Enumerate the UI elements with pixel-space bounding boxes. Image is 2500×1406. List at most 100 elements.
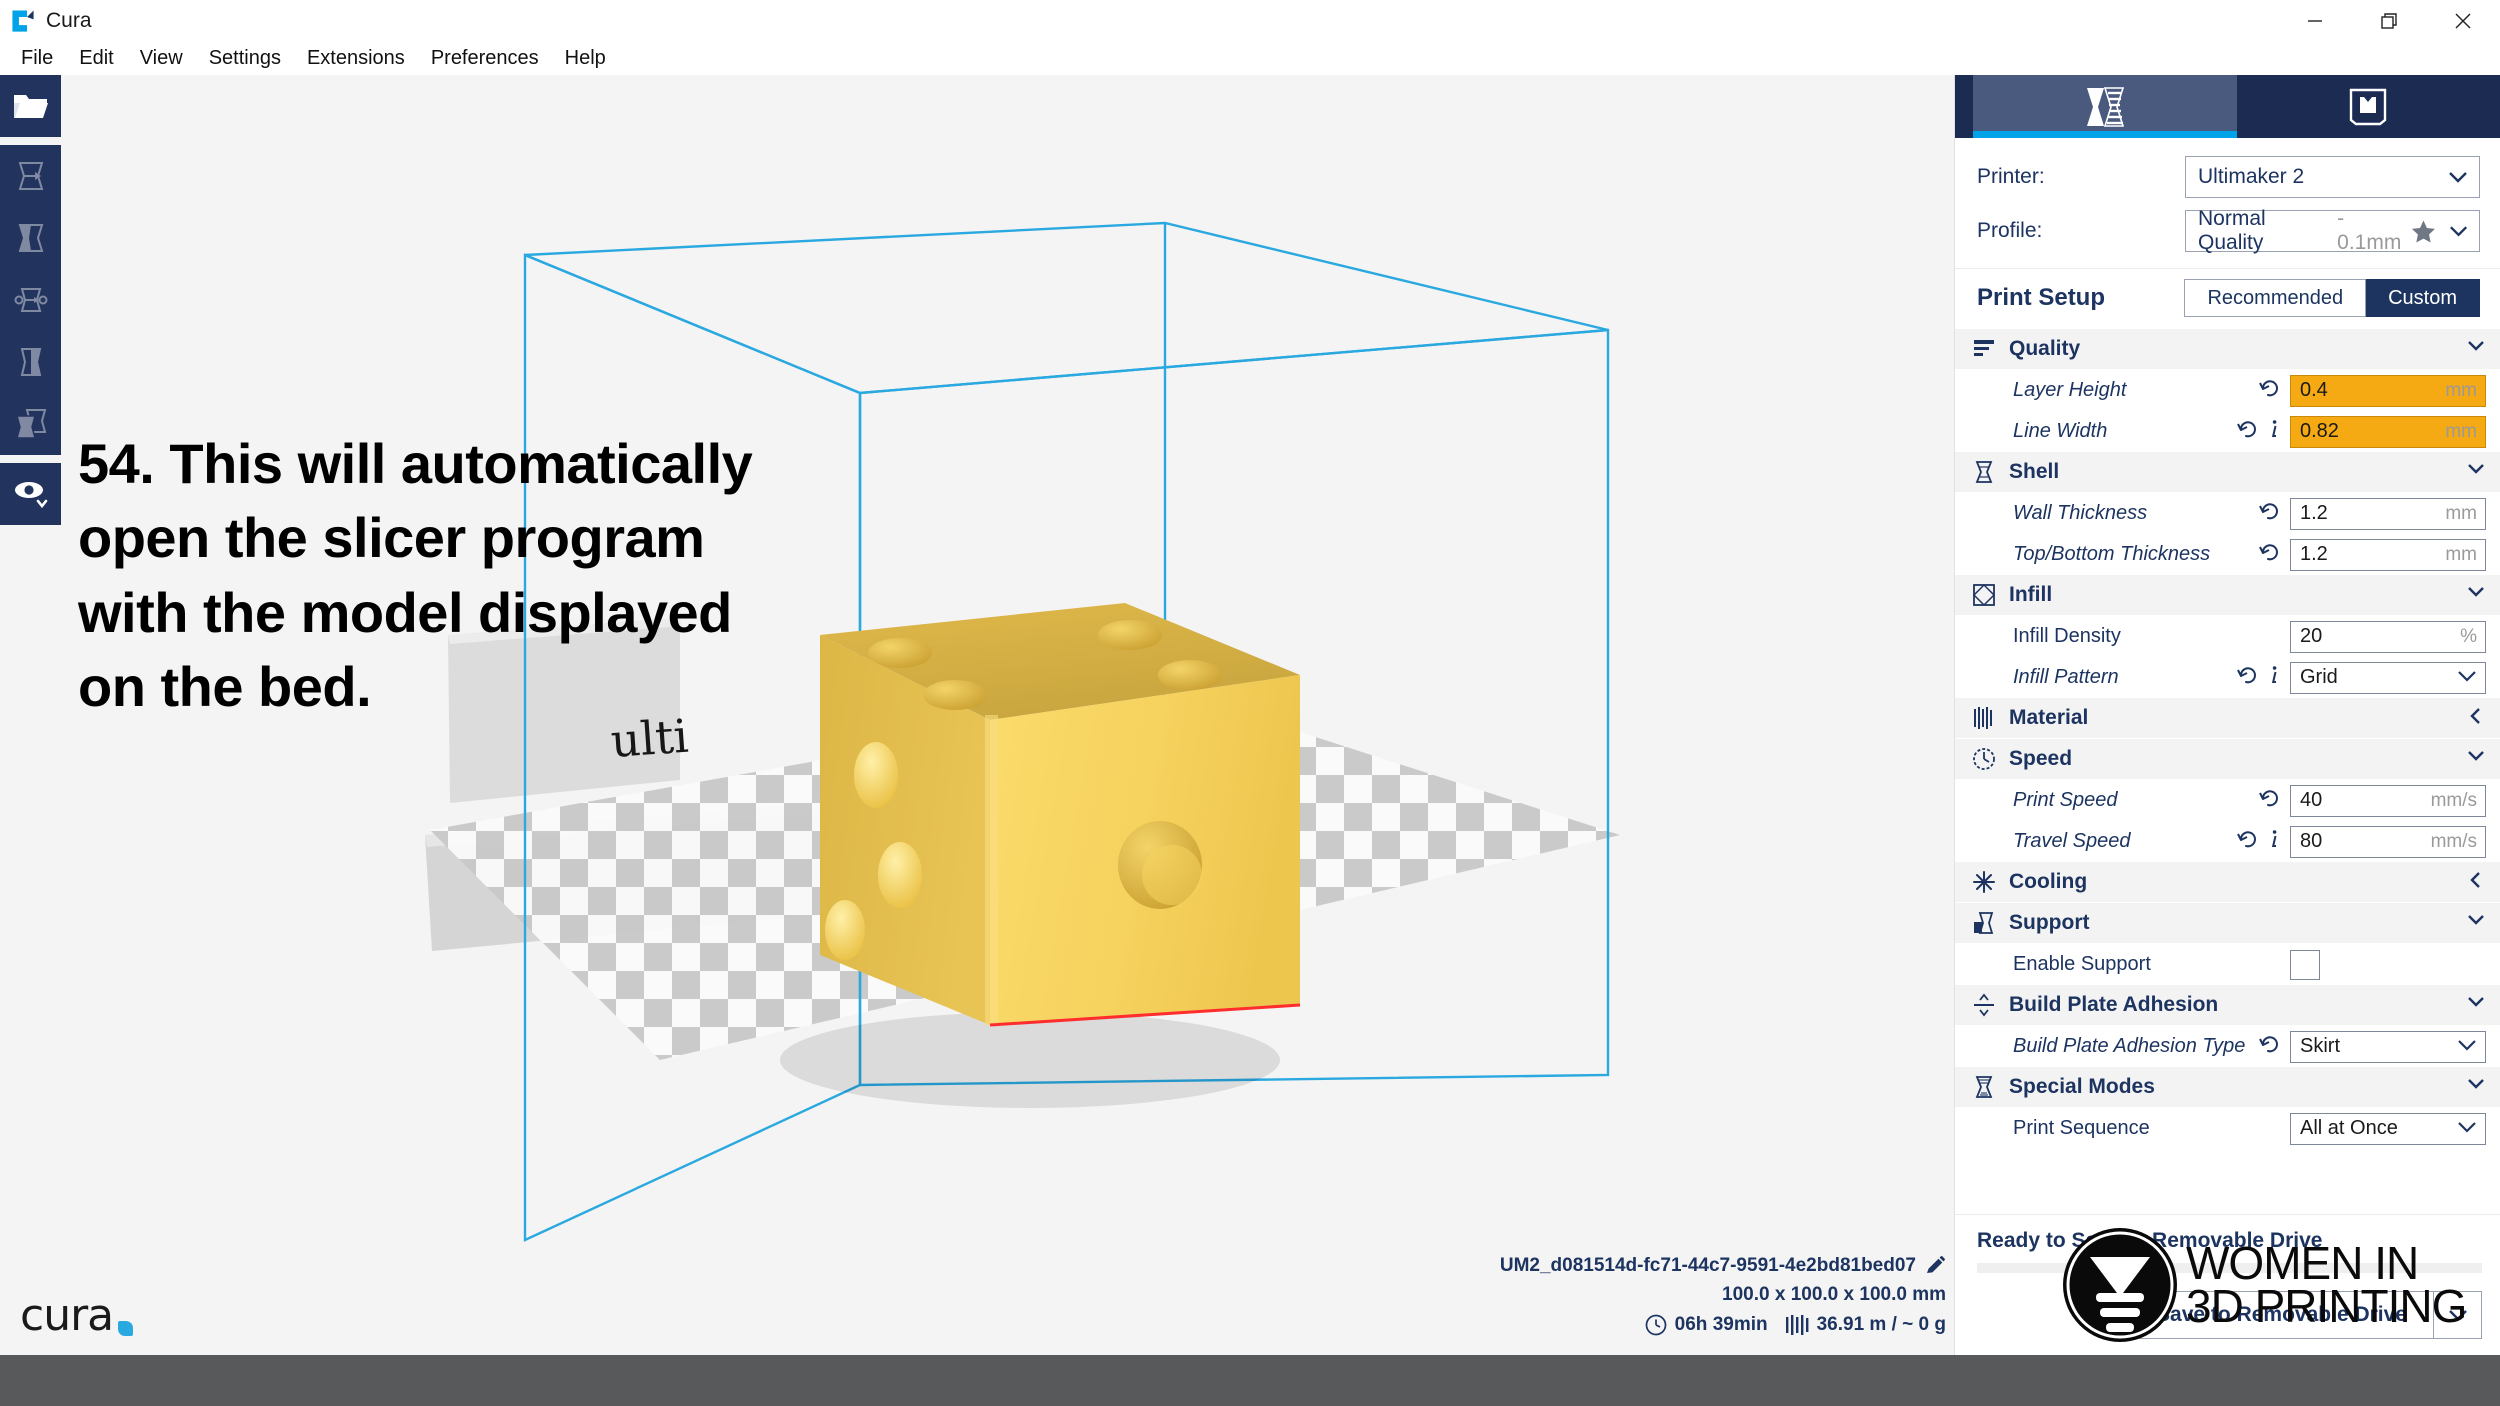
setting-value-input[interactable]: 0.82 mm <box>2290 415 2486 448</box>
save-to-removable-drive-button[interactable]: Save to Removable Drive <box>2129 1291 2434 1339</box>
material-icon <box>1971 705 1997 731</box>
save-options-dropdown-button[interactable] <box>2434 1291 2482 1339</box>
mirror-model-icon <box>20 348 41 376</box>
setting-value-select[interactable]: All at Once <box>2290 1112 2486 1145</box>
settings-category-cooling[interactable]: Cooling <box>1955 862 2500 903</box>
setting-value-input[interactable]: 1.2 mm <box>2290 497 2486 530</box>
setting-row-print-speed: Print Speed 40 mm/s <box>1955 780 2500 821</box>
setup-mode-custom-button[interactable]: Custom <box>2366 279 2480 317</box>
settings-category-special-modes[interactable]: Special Modes <box>1955 1067 2500 1108</box>
revert-icon[interactable] <box>2258 788 2280 813</box>
scale-tool-button[interactable] <box>0 207 61 269</box>
per-model-settings-button[interactable] <box>0 393 61 455</box>
chevron-down-icon <box>2449 226 2467 237</box>
setting-value-text: All at Once <box>2300 1117 2398 1139</box>
menu-item-edit[interactable]: Edit <box>66 44 126 73</box>
setting-value-text: 40 <box>2300 789 2323 811</box>
restore-button[interactable] <box>2352 0 2426 42</box>
revert-icon[interactable] <box>2236 829 2258 854</box>
info-icon[interactable] <box>2268 664 2280 691</box>
setting-unit: mm/s <box>2430 789 2477 811</box>
setting-unit: mm <box>2445 502 2477 524</box>
revert-icon[interactable] <box>2258 378 2280 403</box>
setting-value-select[interactable]: Skirt <box>2290 1030 2486 1063</box>
settings-category-support[interactable]: Support <box>1955 903 2500 944</box>
setting-row-top-bottom-thickness: Top/Bottom Thickness 1.2 mm <box>1955 534 2500 575</box>
cura-application-window: Cura File Edit View Settings Extensions … <box>0 0 2500 1406</box>
adhesion-icon <box>1971 992 1997 1018</box>
menu-item-file[interactable]: File <box>8 44 66 73</box>
3d-viewport[interactable]: ulti 54. This will automatically open th… <box>0 75 1954 1355</box>
setting-label: Layer Height <box>2013 379 2127 401</box>
open-file-button[interactable] <box>0 75 61 137</box>
setting-value-input[interactable]: 40 mm/s <box>2290 784 2486 817</box>
move-tool-button[interactable] <box>0 145 61 207</box>
printer-select[interactable]: Ultimaker 2 <box>2185 156 2480 198</box>
profile-select[interactable]: Normal Quality - 0.1mm <box>2185 207 2480 254</box>
checkbox-wrapper <box>2290 949 2486 980</box>
menu-item-help[interactable]: Help <box>552 44 619 73</box>
tab-spacer <box>1955 75 1973 138</box>
profile-row: Profile: Normal Quality - 0.1mm <box>1977 207 2480 254</box>
setting-value-input[interactable]: 80 mm/s <box>2290 825 2486 858</box>
mirror-tool-button[interactable] <box>0 331 61 393</box>
settings-category-build-plate-adhesion[interactable]: Build Plate Adhesion <box>1955 985 2500 1026</box>
revert-icon[interactable] <box>2258 1034 2280 1059</box>
enable-support-checkbox[interactable] <box>2290 949 2320 980</box>
move-model-icon <box>18 162 43 190</box>
tab-preview[interactable] <box>2237 75 2500 138</box>
view-mode-button[interactable] <box>0 463 61 525</box>
chevron-down-icon <box>2457 1118 2477 1140</box>
category-label: Build Plate Adhesion <box>2009 993 2219 1016</box>
setting-value-input[interactable]: 20% <box>2290 620 2486 653</box>
settings-category-quality[interactable]: Quality <box>1955 329 2500 370</box>
star-icon[interactable] <box>2411 219 2436 244</box>
rotate-tool-button[interactable] <box>0 269 61 331</box>
cura-logo-icon <box>12 10 34 32</box>
setting-value-input[interactable]: 1.2 mm <box>2290 538 2486 571</box>
setting-value-text: 20 <box>2300 625 2323 647</box>
print-setup-title: Print Setup <box>1977 284 2106 311</box>
close-button[interactable] <box>2426 0 2500 42</box>
setup-mode-recommended-button[interactable]: Recommended <box>2184 279 2367 317</box>
settings-category-infill[interactable]: Infill <box>1955 575 2500 616</box>
setting-value-text: 1.2 <box>2300 502 2328 524</box>
minimize-button[interactable] <box>2278 0 2352 42</box>
menu-item-preferences[interactable]: Preferences <box>418 44 552 73</box>
progress-bar <box>1977 1263 2482 1273</box>
pencil-icon[interactable] <box>1924 1255 1946 1277</box>
info-icon[interactable] <box>2268 828 2280 855</box>
setting-unit: mm <box>2445 543 2477 565</box>
setting-value-select[interactable]: Grid <box>2290 661 2486 694</box>
quality-icon <box>1971 336 1997 362</box>
cura-wordmark: cura <box>20 1290 134 1341</box>
eye-icon <box>14 482 47 509</box>
profile-label: Profile: <box>1977 219 2043 242</box>
title-bar: Cura <box>0 0 2500 42</box>
category-label: Material <box>2009 706 2089 729</box>
setting-value-text: 0.4 <box>2300 379 2328 401</box>
minimize-icon <box>2308 20 2322 22</box>
setting-icons <box>2258 501 2280 526</box>
menu-item-settings[interactable]: Settings <box>196 44 294 73</box>
info-icon[interactable] <box>2268 418 2280 445</box>
setting-label: Wall Thickness <box>2013 502 2148 524</box>
setting-value-input[interactable]: 0.4 mm <box>2290 374 2486 407</box>
setting-row-build-plate-adhesion-type: Build Plate Adhesion Type Skirt <box>1955 1026 2500 1067</box>
revert-icon[interactable] <box>2258 501 2280 526</box>
save-area: Ready to Save to Removable Drive Save to… <box>1955 1214 2500 1355</box>
chevron-down-icon <box>2466 911 2486 936</box>
special-modes-icon <box>1971 1074 1997 1100</box>
settings-category-shell[interactable]: Shell <box>1955 452 2500 493</box>
revert-icon[interactable] <box>2236 665 2258 690</box>
revert-icon[interactable] <box>2236 419 2258 444</box>
menu-item-view[interactable]: View <box>127 44 196 73</box>
chevron-down-icon <box>2466 583 2486 608</box>
revert-icon[interactable] <box>2258 542 2280 567</box>
settings-category-material[interactable]: Material <box>1955 698 2500 739</box>
menu-item-extensions[interactable]: Extensions <box>294 44 418 73</box>
print-setup-mode-toggle: Recommended Custom <box>2184 279 2480 317</box>
setting-row-infill-density: Infill Density 20% <box>1955 616 2500 657</box>
tab-prepare[interactable] <box>1973 75 2237 138</box>
settings-category-speed[interactable]: Speed <box>1955 739 2500 780</box>
